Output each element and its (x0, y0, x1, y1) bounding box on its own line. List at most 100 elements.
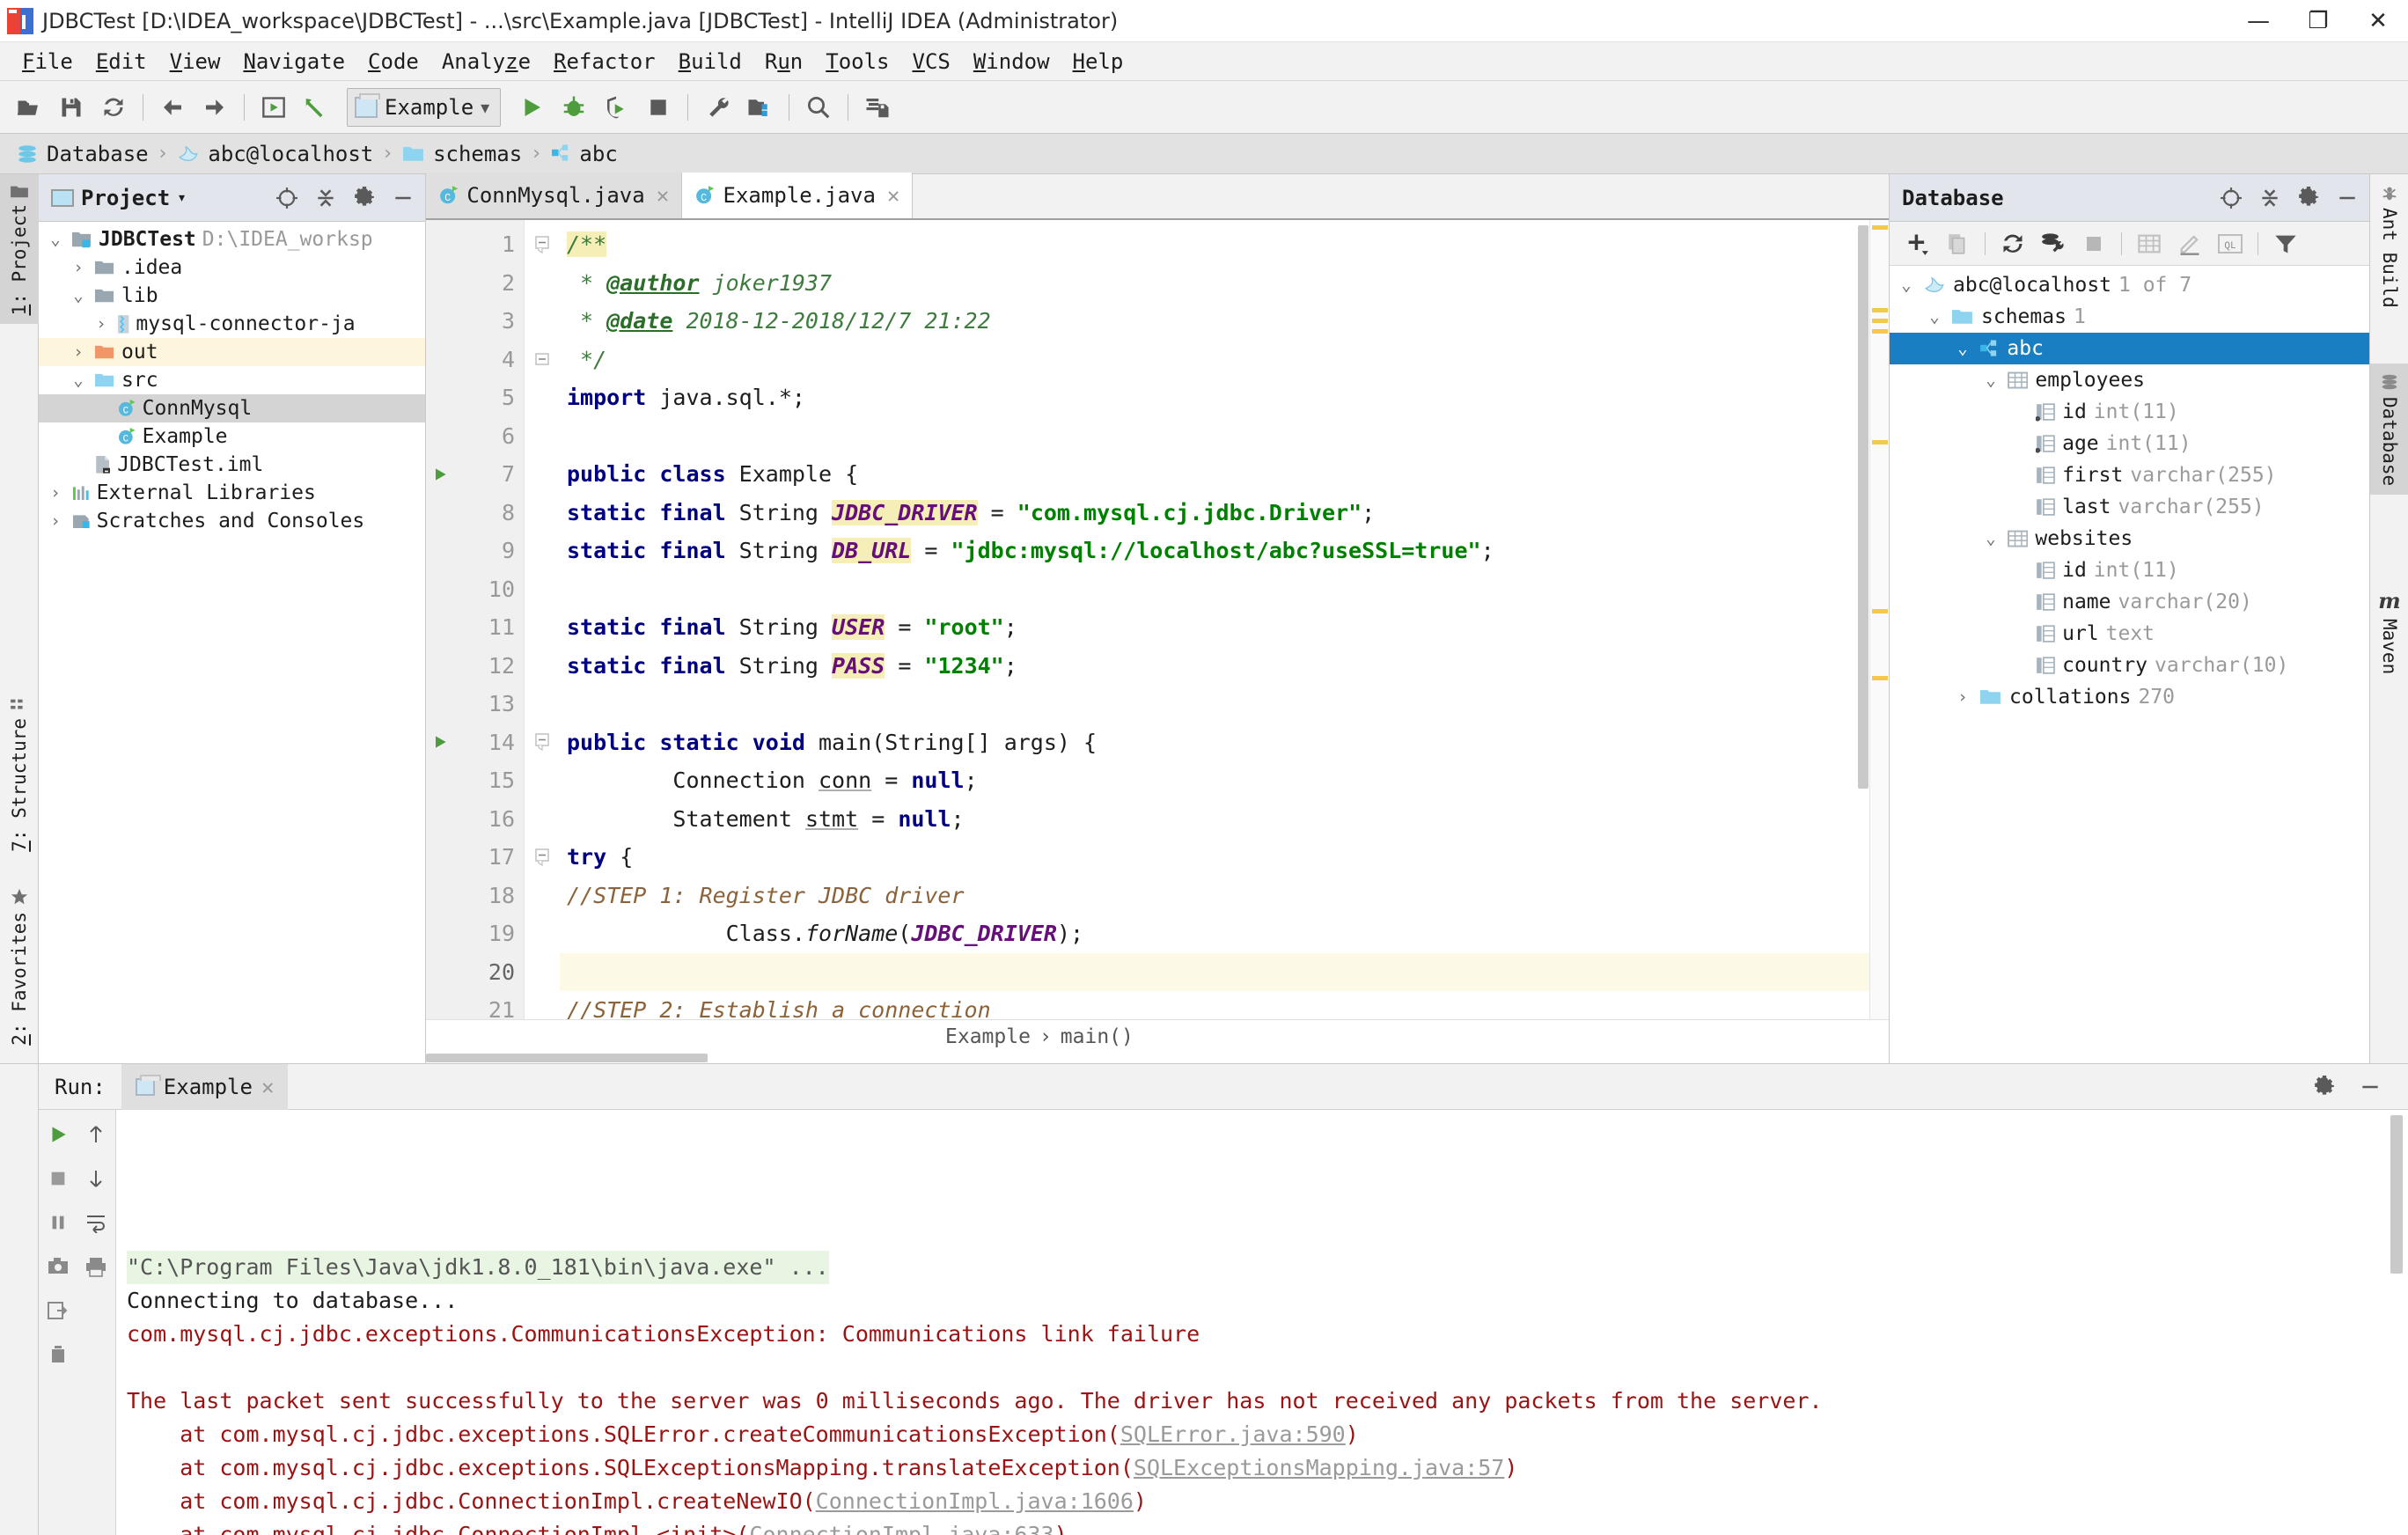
hide-icon[interactable] (2352, 1069, 2389, 1105)
undo-icon[interactable] (296, 87, 336, 128)
code-fold-toggle[interactable] (525, 225, 560, 264)
code-line[interactable]: /** (560, 225, 1869, 264)
console-source-link[interactable]: SQLError.java:590 (1120, 1421, 1346, 1447)
tree-expander-icon[interactable]: › (92, 314, 111, 334)
console-source-link[interactable]: ConnectionImpl.java:633 (749, 1522, 1054, 1535)
editor-breadcrumb[interactable]: Example › main() (426, 1019, 1889, 1053)
sidebar-tab-ant-build[interactable]: Ant Build (2370, 174, 2408, 317)
code-fold-toggle[interactable] (525, 723, 560, 762)
menu-item-view[interactable]: View (158, 46, 232, 77)
db-tree-item-age[interactable]: age int(11) (1890, 428, 2369, 459)
run-gutter-icon[interactable] (431, 466, 449, 483)
run-configuration-selector[interactable]: Example ▾ (347, 87, 502, 127)
code-line[interactable]: try { (560, 838, 1869, 877)
run-icon[interactable] (511, 87, 552, 128)
code-line[interactable]: static final String PASS = "1234"; (560, 647, 1869, 686)
back-icon[interactable] (152, 87, 193, 128)
sidebar-tab-database[interactable]: Database (2370, 364, 2408, 496)
tree-expander-icon[interactable]: › (1953, 687, 1972, 707)
project-tree-item--idea[interactable]: › .idea (39, 253, 425, 282)
tree-expander-icon[interactable]: › (69, 258, 88, 277)
code-line[interactable]: //STEP 2: Establish a connection (560, 991, 1869, 1019)
gear-icon[interactable] (2294, 183, 2324, 213)
editor-tab-connmysql-java[interactable]: C ConnMysql.java ✕ (426, 173, 683, 218)
db-tree-item-collations[interactable]: › collations 270 (1890, 681, 2369, 713)
code-line[interactable]: Statement stmt = null; (560, 800, 1869, 839)
search-icon[interactable] (798, 87, 839, 128)
menu-item-navigate[interactable]: Navigate (231, 46, 356, 77)
locate-icon[interactable] (272, 183, 302, 213)
editor-breadcrumb-item[interactable]: Example (945, 1025, 1031, 1048)
db-tree-item-schemas[interactable]: ⌄ schemas 1 (1890, 301, 2369, 333)
hscrollbar-thumb[interactable] (426, 1054, 708, 1062)
run-tab-example[interactable]: Example ✕ (121, 1063, 289, 1110)
db-tree-item-abc[interactable]: ⌄ abc (1890, 333, 2369, 364)
project-tree-item-external-libraries[interactable]: › External Libraries (39, 479, 425, 507)
code-line[interactable]: * @author joker1937 (560, 264, 1869, 303)
menu-item-build[interactable]: Build (667, 46, 753, 77)
menu-item-refactor[interactable]: Refactor (542, 46, 667, 77)
rerun-icon[interactable] (42, 1119, 74, 1150)
code-line[interactable]: * @date 2018-12-2018/12/7 21:22 (560, 302, 1869, 341)
db-tree-item-websites[interactable]: ⌄ websites (1890, 523, 2369, 555)
code-line[interactable] (560, 417, 1869, 456)
gear-icon[interactable] (349, 183, 379, 213)
scroll-down-icon[interactable] (80, 1163, 112, 1194)
code-line[interactable]: Class. forName(JDBC_DRIVER); (560, 914, 1869, 953)
add-icon[interactable] (1898, 225, 1935, 262)
console-scrollbar-thumb[interactable] (2390, 1115, 2403, 1274)
collapse-all-icon[interactable] (311, 183, 341, 213)
code-line[interactable]: static final String DB_URL = "jdbc:mysql… (560, 532, 1869, 570)
scrollbar-thumb[interactable] (1858, 225, 1868, 789)
trash-icon[interactable] (42, 1339, 74, 1370)
tree-expander-icon[interactable]: ⌄ (1981, 371, 2001, 390)
minimize-button[interactable]: — (2228, 0, 2288, 42)
db-tree-item-url[interactable]: url text (1890, 618, 2369, 650)
stop-square-icon[interactable] (42, 1163, 74, 1194)
code-line[interactable]: public class Example { (560, 455, 1869, 494)
db-tree-item-employees[interactable]: ⌄ employees (1890, 364, 2369, 396)
sidebar-tab-project[interactable]: 1: Project (0, 174, 39, 325)
scroll-up-icon[interactable] (80, 1119, 112, 1150)
db-tree-item-name[interactable]: name varchar(20) (1890, 586, 2369, 618)
pause-icon[interactable] (42, 1207, 74, 1238)
database-tree[interactable]: ⌄ abc@localhost 1 of 7 ⌄ schemas 1 ⌄ abc ⌄ employ… (1890, 266, 2369, 1063)
breadcrumb-schemas[interactable]: schemas (397, 140, 527, 168)
code-line[interactable] (560, 570, 1869, 609)
menu-item-edit[interactable]: Edit (84, 46, 158, 77)
menu-item-tools[interactable]: Tools (814, 46, 900, 77)
code-fold-toggle[interactable] (525, 838, 560, 877)
menu-item-vcs[interactable]: VCS (900, 46, 961, 77)
tree-expander-icon[interactable]: › (46, 483, 65, 503)
camera-icon[interactable] (42, 1251, 74, 1282)
tree-expander-icon[interactable]: ⌄ (1953, 339, 1972, 358)
code-line[interactable]: static final String JDBC_DRIVER = "com.m… (560, 494, 1869, 532)
sidebar-tab-favorites[interactable]: 2: Favorites (0, 878, 39, 1054)
db-tree-item-id[interactable]: id int(11) (1890, 396, 2369, 428)
menu-item-help[interactable]: Help (1061, 46, 1135, 77)
console-source-link[interactable]: SQLExceptionsMapping.java:57 (1134, 1455, 1504, 1480)
save-all-icon[interactable] (51, 87, 92, 128)
export-icon[interactable] (42, 1295, 74, 1326)
gear-icon[interactable] (2306, 1069, 2343, 1105)
close-icon[interactable]: ✕ (657, 183, 669, 208)
maximize-button[interactable]: ❐ (2288, 0, 2348, 42)
db-tools-icon[interactable] (2035, 225, 2072, 262)
debug-icon[interactable] (554, 87, 594, 128)
settings-wrench-icon[interactable] (697, 87, 738, 128)
editor-vertical-scrollbar[interactable] (1857, 220, 1869, 1019)
db-tree-item-id[interactable]: id int(11) (1890, 555, 2369, 586)
tree-expander-icon[interactable]: ⌄ (69, 371, 88, 390)
code-line[interactable]: import java.sql.*; (560, 378, 1869, 417)
locate-icon[interactable] (2216, 183, 2246, 213)
project-tree-item-example[interactable]: C Example (39, 422, 425, 451)
code-line[interactable]: //STEP 1: Register JDBC driver (560, 877, 1869, 915)
forward-icon[interactable] (195, 87, 235, 128)
tree-expander-icon[interactable]: ⌄ (1897, 275, 1916, 295)
close-icon[interactable]: ✕ (261, 1075, 274, 1099)
project-tree-item-lib[interactable]: ⌄ lib (39, 282, 425, 310)
hide-icon[interactable] (388, 183, 418, 213)
console-output[interactable]: "C:\Program Files\Java\jdk1.8.0_181\bin\… (116, 1110, 2408, 1535)
db-tree-item-abc-localhost[interactable]: ⌄ abc@localhost 1 of 7 (1890, 269, 2369, 301)
menu-item-file[interactable]: File (11, 46, 84, 77)
